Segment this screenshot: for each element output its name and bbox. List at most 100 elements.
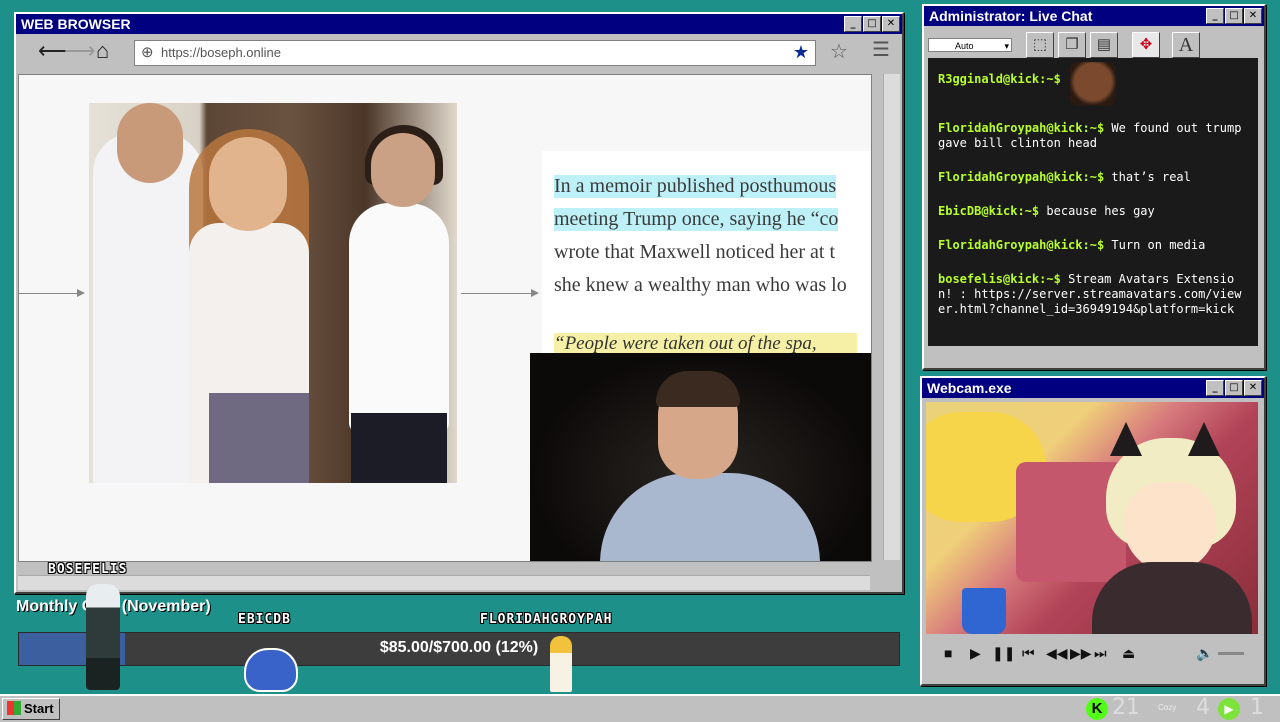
chat-message: EbicDB@kick:~$ because hes gay bbox=[938, 204, 1248, 219]
webcam-view bbox=[926, 402, 1258, 634]
chat-message: FloridahGroypah@kick:~$ We found out tru… bbox=[938, 121, 1248, 151]
chat-text: because hes gay bbox=[1046, 204, 1155, 218]
article-photo bbox=[89, 103, 457, 483]
close-button[interactable]: ✕ bbox=[1244, 8, 1262, 24]
menu-icon[interactable]: ☰ bbox=[872, 39, 890, 61]
browser-title: WEB BROWSER bbox=[21, 16, 131, 32]
chat-username: FloridahGroypah@kick:~$ bbox=[938, 121, 1105, 135]
minimize-button[interactable]: _ bbox=[844, 16, 862, 32]
bookmark-star-icon[interactable]: ★ bbox=[793, 42, 809, 63]
maximize-button[interactable]: □ bbox=[1225, 8, 1243, 24]
text-icon[interactable]: A bbox=[1172, 32, 1200, 58]
maximize-button[interactable]: □ bbox=[863, 16, 881, 32]
goal-amount: $85.00/$700.00 (12%) bbox=[379, 639, 539, 656]
facecam-hair bbox=[656, 371, 740, 407]
eject-icon[interactable]: ⏏ bbox=[1122, 644, 1135, 662]
start-button[interactable]: Start bbox=[2, 698, 60, 720]
volume-slider[interactable] bbox=[1218, 652, 1244, 655]
stream-stats: K 21 Cozy 4 ▶ 1 bbox=[1080, 696, 1280, 722]
volume-icon[interactable]: 🔈 bbox=[1196, 644, 1213, 662]
viewer-count: 4 bbox=[1196, 695, 1210, 720]
close-button[interactable]: ✕ bbox=[1244, 380, 1262, 396]
avatar-name-floridahgroypah: FLORIDAHGROYPAH bbox=[480, 612, 613, 627]
chat-username: R3gginald@kick:~$ bbox=[938, 72, 1061, 86]
avatar-name-bosefelis: BOSEFELIS bbox=[48, 562, 128, 577]
mug bbox=[962, 588, 1006, 634]
minimize-button[interactable]: _ bbox=[1206, 380, 1224, 396]
webcam-window: Webcam.exe _ □ ✕ ■ ▶ ❚❚ ⏮ ◀◀ ▶▶ ⏭ ⏏ 🔈 bbox=[920, 376, 1266, 686]
kick-count: 21 bbox=[1112, 695, 1140, 720]
photo-skirt bbox=[351, 413, 447, 483]
windows-logo-icon bbox=[7, 701, 21, 715]
globe-icon: ⊕ bbox=[141, 44, 154, 61]
avatar-face bbox=[1124, 482, 1216, 572]
chat-username: EbicDB@kick:~$ bbox=[938, 204, 1040, 218]
taskbar: Start K 21 Cozy 4 ▶ 1 bbox=[0, 694, 1280, 722]
skip-forward-icon[interactable]: ⏭ bbox=[1094, 644, 1107, 662]
maximize-button[interactable]: □ bbox=[1225, 380, 1243, 396]
move-icon[interactable]: ✥ bbox=[1132, 32, 1160, 58]
facecam-shirt bbox=[600, 473, 820, 561]
start-label: Start bbox=[24, 701, 54, 716]
avatar-body bbox=[1092, 562, 1252, 634]
vertical-scrollbar[interactable] bbox=[883, 74, 900, 560]
home-icon[interactable]: ⌂ bbox=[96, 40, 109, 62]
avatar-ear-left bbox=[1110, 422, 1142, 456]
play-icon[interactable]: ▶ bbox=[970, 644, 981, 662]
browser-content: In a memoir published posthumous meeting… bbox=[18, 74, 872, 562]
favorites-star-icon[interactable]: ☆ bbox=[830, 41, 848, 63]
diagram-arrow-left bbox=[19, 289, 85, 297]
font-size-select[interactable]: Auto bbox=[928, 38, 1012, 53]
chat-title: Administrator: Live Chat bbox=[929, 8, 1093, 24]
fast-forward-icon[interactable]: ▶▶ bbox=[1070, 644, 1092, 662]
chat-titlebar[interactable]: Administrator: Live Chat _ □ ✕ bbox=[924, 6, 1264, 26]
avatar-sprite-ebicdb bbox=[244, 648, 298, 692]
chat-message: FloridahGroypah@kick:~$ Turn on media bbox=[938, 238, 1248, 253]
chat-username: FloridahGroypah@kick:~$ bbox=[938, 238, 1105, 252]
avatar-sprite-floridahgroypah bbox=[550, 636, 572, 692]
diagram-arrow-right bbox=[461, 289, 539, 297]
skip-back-icon[interactable]: ⏮ bbox=[1022, 644, 1035, 662]
forward-arrow-icon[interactable]: ⟶ bbox=[64, 40, 96, 62]
media-controls: ■ ▶ ❚❚ ⏮ ◀◀ ▶▶ ⏭ ⏏ 🔈 bbox=[926, 638, 1258, 668]
copy-icon[interactable]: ❐ bbox=[1058, 32, 1086, 58]
close-button[interactable]: ✕ bbox=[882, 16, 900, 32]
chat-username: bosefelis@kick:~$ bbox=[938, 272, 1061, 286]
photo-figure-left bbox=[93, 133, 203, 483]
chat-message: bosefelis@kick:~$ Stream Avatars Extensi… bbox=[938, 272, 1248, 317]
goal-progress-bar: $85.00/$700.00 (12%) bbox=[18, 632, 900, 666]
chat-window: Administrator: Live Chat _ □ ✕ Auto ⬚ ❐ … bbox=[922, 4, 1266, 370]
article-line: meeting Trump once, saying he “co bbox=[554, 208, 839, 231]
webcam-title: Webcam.exe bbox=[927, 380, 1012, 396]
article-line: she knew a wealthy man who was lo bbox=[554, 274, 847, 296]
browser-titlebar[interactable]: WEB BROWSER _ □ ✕ bbox=[16, 14, 902, 34]
extra-count: 1 bbox=[1250, 695, 1264, 720]
avatar-name-ebicdb: EBICDB bbox=[238, 612, 291, 627]
photo-head-center bbox=[209, 137, 287, 231]
chat-message: FloridahGroypah@kick:~$ that’s real bbox=[938, 170, 1248, 185]
photo-pants bbox=[209, 393, 309, 483]
url-text: https://boseph.online bbox=[161, 45, 281, 60]
paste-icon[interactable]: ▤ bbox=[1090, 32, 1118, 58]
chat-message: R3gginald@kick:~$ bbox=[938, 62, 1248, 106]
select-icon[interactable]: ⬚ bbox=[1026, 32, 1054, 58]
emote-icon bbox=[1070, 62, 1117, 106]
play-circle-icon: ▶ bbox=[1218, 698, 1240, 720]
minimize-button[interactable]: _ bbox=[1206, 8, 1224, 24]
horizontal-scrollbar[interactable] bbox=[18, 575, 870, 590]
cozy-label: Cozy bbox=[1158, 703, 1177, 712]
pause-icon[interactable]: ❚❚ bbox=[992, 644, 1015, 662]
facecam-overlay bbox=[530, 353, 871, 561]
avatar-sprite-bosefelis bbox=[86, 584, 120, 690]
photo-head-left bbox=[117, 103, 183, 183]
kick-icon: K bbox=[1086, 698, 1108, 720]
rewind-icon[interactable]: ◀◀ bbox=[1046, 644, 1068, 662]
photo-figure-right bbox=[349, 203, 449, 433]
stop-icon[interactable]: ■ bbox=[944, 644, 952, 662]
address-bar[interactable]: ⊕ https://boseph.online ★ bbox=[134, 40, 816, 66]
photo-head-right bbox=[371, 133, 435, 207]
webcam-titlebar[interactable]: Webcam.exe _ □ ✕ bbox=[922, 378, 1264, 398]
chat-messages[interactable]: R3gginald@kick:~$ FloridahGroypah@kick:~… bbox=[928, 58, 1258, 346]
article-line: In a memoir published posthumous bbox=[554, 175, 837, 198]
browser-toolbar: ⟵ ⟶ ⌂ ⊕ https://boseph.online ★ ☆ ☰ bbox=[16, 34, 902, 68]
